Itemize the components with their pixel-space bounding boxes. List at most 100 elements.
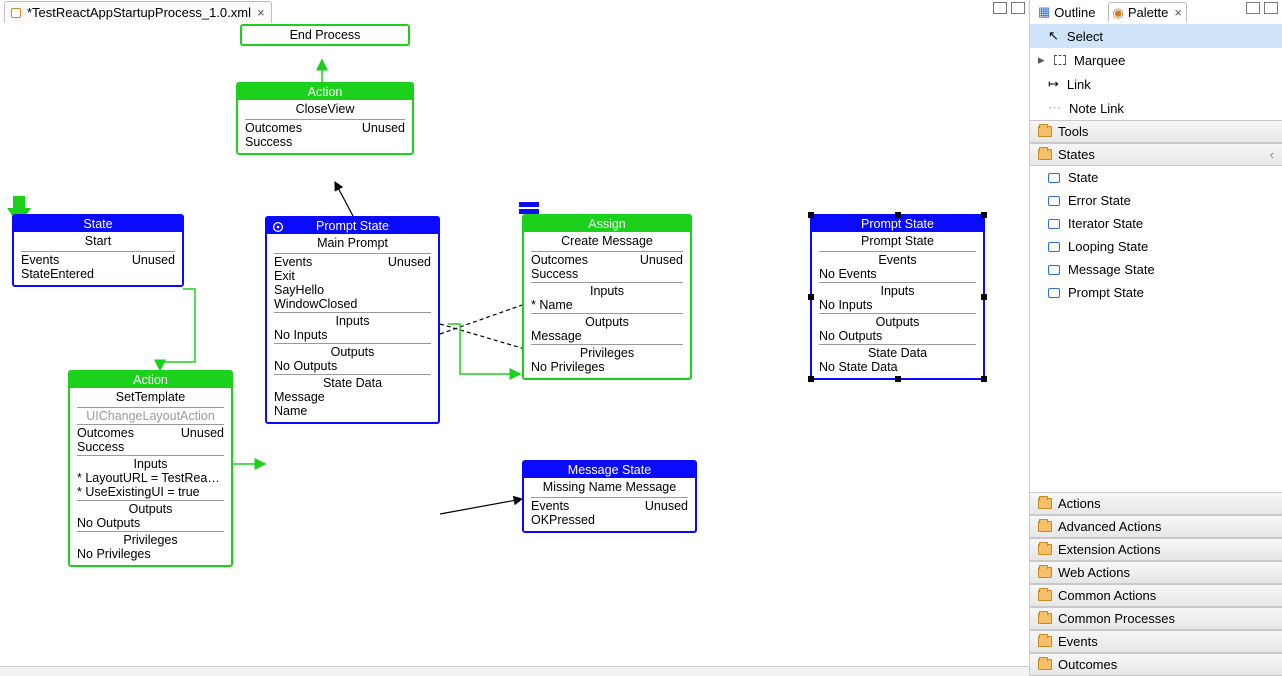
chevron-left-icon: ‹ bbox=[1270, 147, 1274, 162]
palette-item-prompt-state[interactable]: Prompt State bbox=[1030, 281, 1282, 304]
horizontal-scrollbar[interactable] bbox=[0, 666, 1029, 676]
palette-item-looping-state[interactable]: Looping State bbox=[1030, 235, 1282, 258]
unused-label: Unused bbox=[362, 121, 405, 135]
tool-marquee[interactable]: ▸ Marquee bbox=[1030, 48, 1282, 72]
unused-label: Unused bbox=[640, 253, 683, 267]
state-icon bbox=[1048, 196, 1060, 206]
outputs-label: Outputs bbox=[267, 345, 438, 359]
event-value: StateEntered bbox=[14, 267, 182, 285]
minimize-icon[interactable] bbox=[993, 2, 1007, 14]
unused-label: Unused bbox=[645, 499, 688, 513]
inputs-value: No Inputs bbox=[812, 298, 983, 312]
node-message-state[interactable]: Message State Missing Name Message Event… bbox=[522, 460, 697, 533]
outcome-value: Success bbox=[238, 135, 412, 153]
inputs-label: Inputs bbox=[267, 314, 438, 328]
outcome-1: Success bbox=[524, 267, 690, 281]
palette-item-message-state[interactable]: Message State bbox=[1030, 258, 1282, 281]
statedata-label: State Data bbox=[812, 346, 983, 360]
drawer-tools[interactable]: Tools bbox=[1030, 120, 1282, 143]
maximize-icon[interactable] bbox=[1264, 2, 1278, 14]
minimize-icon[interactable] bbox=[1246, 2, 1260, 14]
drawer-actions[interactable]: Actions bbox=[1030, 492, 1282, 515]
node-end-process[interactable]: End Process bbox=[240, 24, 410, 46]
privileges-label: Privileges bbox=[70, 533, 231, 547]
state-icon bbox=[1048, 242, 1060, 252]
drawer-outcomes[interactable]: Outcomes bbox=[1030, 653, 1282, 676]
folder-icon bbox=[1038, 590, 1052, 601]
event-1: OKPressed bbox=[524, 513, 695, 531]
tab-filename: *TestReactAppStartupProcess_1.0.xml bbox=[27, 5, 251, 20]
expand-icon: ▸ bbox=[1038, 52, 1046, 68]
folder-icon bbox=[1038, 636, 1052, 647]
events-label: Events bbox=[274, 255, 312, 269]
outline-icon: ▦ bbox=[1038, 4, 1050, 20]
outputs-value: No Outputs bbox=[70, 516, 231, 530]
file-icon bbox=[11, 8, 21, 18]
inputs-label: Inputs bbox=[524, 284, 690, 298]
statedata-label: State Data bbox=[267, 376, 438, 390]
drawer-advanced-actions[interactable]: Advanced Actions bbox=[1030, 515, 1282, 538]
events-label: Events bbox=[531, 499, 569, 513]
output-1: Message bbox=[524, 329, 690, 343]
palette-tools-section: ↖ Select ▸ Marquee ↦ Link ⋯ Note Link bbox=[1030, 24, 1282, 120]
privileges-value: No Privileges bbox=[524, 360, 690, 378]
maximize-icon[interactable] bbox=[1011, 2, 1025, 14]
node-action-settemplate[interactable]: Action SetTemplate UIChangeLayoutAction … bbox=[68, 370, 233, 567]
drawer-states[interactable]: States ‹ bbox=[1030, 143, 1282, 166]
node-subtitle: Missing Name Message bbox=[524, 478, 695, 496]
node-title: Action bbox=[70, 372, 231, 388]
privileges-label: Privileges bbox=[524, 346, 690, 360]
palette-item-error-state[interactable]: Error State bbox=[1030, 189, 1282, 212]
editor-pane: *TestReactAppStartupProcess_1.0.xml × bbox=[0, 0, 1030, 676]
event-2: SayHello bbox=[267, 283, 438, 297]
event-1: Exit bbox=[267, 269, 438, 283]
outputs-value: No Outputs bbox=[812, 329, 983, 343]
tool-select[interactable]: ↖ Select bbox=[1030, 24, 1282, 48]
marquee-icon bbox=[1054, 55, 1066, 65]
node-state-start[interactable]: State Start Events Unused StateEntered bbox=[12, 214, 184, 287]
folder-icon bbox=[1038, 544, 1052, 555]
gear-icon bbox=[271, 220, 285, 234]
palette-pane: ▦ Outline ◉ Palette × ↖ Select ▸ Marquee… bbox=[1030, 0, 1282, 676]
outcomes-label: Outcomes bbox=[531, 253, 588, 267]
events-value: No Events bbox=[812, 267, 983, 281]
node-subtitle: Create Message bbox=[524, 232, 690, 250]
drawer-common-actions[interactable]: Common Actions bbox=[1030, 584, 1282, 607]
tab-outline[interactable]: ▦ Outline bbox=[1034, 2, 1100, 22]
privileges-value: No Privileges bbox=[70, 547, 231, 565]
palette-tabbar: ▦ Outline ◉ Palette × bbox=[1030, 0, 1282, 24]
editor-tabbar: *TestReactAppStartupProcess_1.0.xml × bbox=[0, 0, 1029, 24]
node-action-closeview[interactable]: Action CloseView Outcomes Unused Success bbox=[236, 82, 414, 155]
node-assign-create-message[interactable]: Assign Create Message Outcomes Unused Su… bbox=[522, 214, 692, 380]
editor-tab-file[interactable]: *TestReactAppStartupProcess_1.0.xml × bbox=[4, 1, 272, 23]
drawer-common-processes[interactable]: Common Processes bbox=[1030, 607, 1282, 630]
diagram-canvas[interactable]: End Process Action CloseView Outcomes Un… bbox=[0, 24, 1029, 666]
tab-palette[interactable]: ◉ Palette × bbox=[1108, 2, 1187, 22]
node-subtitle: Prompt State bbox=[812, 232, 983, 250]
statedata-2: Name bbox=[267, 404, 438, 422]
state-icon bbox=[1048, 288, 1060, 298]
node-main-prompt[interactable]: Prompt State Main Prompt Events Unused E… bbox=[265, 216, 440, 424]
palette-icon: ◉ bbox=[1113, 5, 1124, 21]
link-icon: ↦ bbox=[1048, 76, 1059, 92]
close-icon[interactable]: × bbox=[257, 5, 265, 20]
outputs-value: No Outputs bbox=[267, 359, 438, 373]
input-1: * LayoutURL = TestRea… bbox=[70, 471, 231, 485]
inputs-label: Inputs bbox=[812, 284, 983, 298]
drawer-events[interactable]: Events bbox=[1030, 630, 1282, 653]
unused-label: Unused bbox=[388, 255, 431, 269]
folder-icon bbox=[1038, 126, 1052, 137]
tool-link[interactable]: ↦ Link bbox=[1030, 72, 1282, 96]
drawer-web-actions[interactable]: Web Actions bbox=[1030, 561, 1282, 584]
node-prompt-state-new[interactable]: Prompt State Prompt State Events No Even… bbox=[810, 214, 985, 380]
statedata-1: Message bbox=[267, 390, 438, 404]
events-label: Events bbox=[21, 253, 59, 267]
drawer-extension-actions[interactable]: Extension Actions bbox=[1030, 538, 1282, 561]
inputs-label: Inputs bbox=[70, 457, 231, 471]
palette-item-state[interactable]: State bbox=[1030, 166, 1282, 189]
palette-item-iterator-state[interactable]: Iterator State bbox=[1030, 212, 1282, 235]
tool-notelink[interactable]: ⋯ Note Link bbox=[1030, 96, 1282, 120]
folder-icon bbox=[1038, 149, 1052, 160]
close-icon[interactable]: × bbox=[1174, 5, 1182, 20]
inputs-value: No Inputs bbox=[267, 328, 438, 342]
